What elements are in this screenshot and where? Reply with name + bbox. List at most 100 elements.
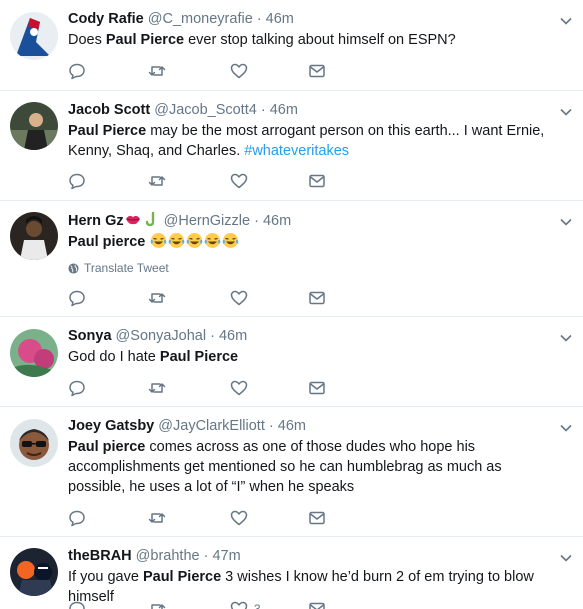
heart-icon — [230, 290, 248, 306]
tweet[interactable]: Hern Gz @HernGizzle · 46m Paul pierce Tr… — [0, 201, 583, 317]
display-name[interactable]: Hern Gz — [68, 213, 124, 229]
reply-icon — [69, 173, 85, 190]
heart-icon — [230, 173, 248, 189]
display-name[interactable]: Joey Gatsby — [68, 418, 154, 434]
user-handle[interactable]: @SonyaJohal — [116, 328, 207, 344]
globe-icon — [68, 262, 79, 274]
chevron-down-icon[interactable] — [559, 331, 573, 345]
lips-emoji — [125, 215, 140, 225]
reply-button[interactable] — [68, 171, 88, 191]
j-emoji — [145, 211, 154, 227]
reply-button[interactable] — [68, 288, 88, 308]
reply-button[interactable] — [68, 508, 88, 528]
timeline: Cody Rafie @C_moneyrafie · 46m Does Paul… — [0, 0, 583, 609]
tweet-text: God do I hate Paul Pierce — [68, 347, 549, 367]
text-segment: Does — [68, 32, 106, 48]
reply-icon — [69, 290, 85, 307]
tweet-header: Sonya @SonyaJohal · 46m — [68, 327, 549, 345]
timestamp[interactable]: 47m — [212, 548, 240, 564]
avatar[interactable] — [10, 12, 58, 60]
like-button[interactable] — [230, 61, 250, 81]
user-handle[interactable]: @HernGizzle — [164, 213, 250, 229]
keyword-highlight: Paul Pierce — [142, 569, 222, 585]
reply-icon — [69, 63, 85, 80]
retweet-button[interactable] — [148, 288, 168, 308]
like-button[interactable] — [230, 378, 250, 398]
separator-dot: · — [260, 102, 266, 118]
tweet-actions — [68, 61, 328, 81]
tweet-actions — [68, 508, 328, 528]
retweet-button[interactable] — [148, 378, 168, 398]
tweet[interactable]: Sonya @SonyaJohal · 46m God do I hate Pa… — [0, 317, 583, 407]
timestamp[interactable]: 46m — [270, 102, 298, 118]
hashtag-link[interactable]: #whateveritakes — [244, 143, 349, 159]
timestamp[interactable]: 46m — [266, 11, 294, 27]
display-name[interactable]: Cody Rafie — [68, 11, 144, 27]
avatar[interactable] — [10, 419, 58, 467]
direct-message-button[interactable] — [308, 288, 328, 308]
tweet-text: Paul pierce — [68, 232, 549, 252]
retweet-icon — [151, 604, 166, 609]
avatar[interactable] — [10, 329, 58, 377]
display-name[interactable]: Sonya — [68, 328, 112, 344]
tweet-text: Paul Pierce may be the most arrogant per… — [68, 121, 549, 161]
like-button[interactable]: 3 — [230, 599, 270, 609]
chevron-down-icon[interactable] — [559, 105, 573, 119]
tweet-actions — [68, 171, 328, 191]
avatar[interactable] — [10, 212, 58, 260]
tears-of-joy-emoji — [151, 233, 167, 248]
direct-message-button[interactable] — [308, 171, 328, 191]
reply-button[interactable] — [68, 61, 88, 81]
chevron-down-icon[interactable] — [559, 215, 573, 229]
user-handle[interactable]: @JayClarkElliott — [158, 418, 265, 434]
retweet-button[interactable] — [148, 508, 168, 528]
direct-message-button[interactable] — [308, 378, 328, 398]
reply-button[interactable] — [68, 378, 88, 398]
avatar[interactable] — [10, 548, 58, 596]
retweet-button[interactable] — [148, 599, 168, 609]
heart-icon — [230, 63, 248, 79]
timestamp[interactable]: 46m — [278, 418, 306, 434]
reply-button[interactable] — [68, 599, 88, 609]
user-handle[interactable]: @Jacob_Scott4 — [154, 102, 257, 118]
reply-icon — [69, 601, 85, 609]
user-handle[interactable]: @C_moneyrafie — [148, 11, 253, 27]
like-button[interactable] — [230, 288, 250, 308]
reply-icon — [69, 510, 85, 527]
timestamp[interactable]: 46m — [263, 213, 291, 229]
tweet[interactable]: theBRAH @brahthe · 47m If you gave Paul … — [0, 537, 583, 609]
display-name[interactable]: theBRAH — [68, 548, 132, 564]
retweet-button[interactable] — [148, 61, 168, 81]
timestamp[interactable]: 46m — [219, 328, 247, 344]
reply-icon — [69, 380, 85, 397]
heart-icon — [230, 601, 248, 609]
tweet-header: Jacob Scott @Jacob_Scott4 · 46m — [68, 101, 549, 119]
keyword-highlight: Paul Pierce — [159, 349, 239, 365]
retweet-button[interactable] — [148, 171, 168, 191]
display-name[interactable]: Jacob Scott — [68, 102, 150, 118]
tweet[interactable]: Cody Rafie @C_moneyrafie · 46m Does Paul… — [0, 0, 583, 91]
chevron-down-icon[interactable] — [559, 551, 573, 565]
translate-tweet-link[interactable]: Translate Tweet — [68, 261, 549, 275]
envelope-icon — [309, 174, 325, 188]
text-segment: God do I hate — [68, 349, 160, 365]
tweet-text: Does Paul Pierce ever stop talking about… — [68, 30, 549, 50]
tweet-text: Paul pierce comes across as one of those… — [68, 437, 549, 497]
tweet-header: Cody Rafie @C_moneyrafie · 46m — [68, 10, 549, 28]
tweet-actions — [68, 288, 328, 308]
separator-dot: · — [256, 11, 262, 27]
retweet-icon — [148, 66, 166, 76]
avatar[interactable] — [10, 102, 58, 150]
tweet[interactable]: Jacob Scott @Jacob_Scott4 · 46m Paul Pie… — [0, 91, 583, 201]
chevron-down-icon[interactable] — [559, 421, 573, 435]
tweet[interactable]: Joey Gatsby @JayClarkElliott · 46m Paul … — [0, 407, 583, 537]
tweet-actions — [68, 378, 328, 398]
like-button[interactable] — [230, 171, 250, 191]
direct-message-button[interactable] — [308, 508, 328, 528]
direct-message-button[interactable] — [308, 599, 328, 609]
separator-dot: · — [254, 213, 259, 229]
direct-message-button[interactable] — [308, 61, 328, 81]
user-handle[interactable]: @brahthe — [136, 548, 200, 564]
chevron-down-icon[interactable] — [559, 14, 573, 28]
like-button[interactable] — [230, 508, 250, 528]
